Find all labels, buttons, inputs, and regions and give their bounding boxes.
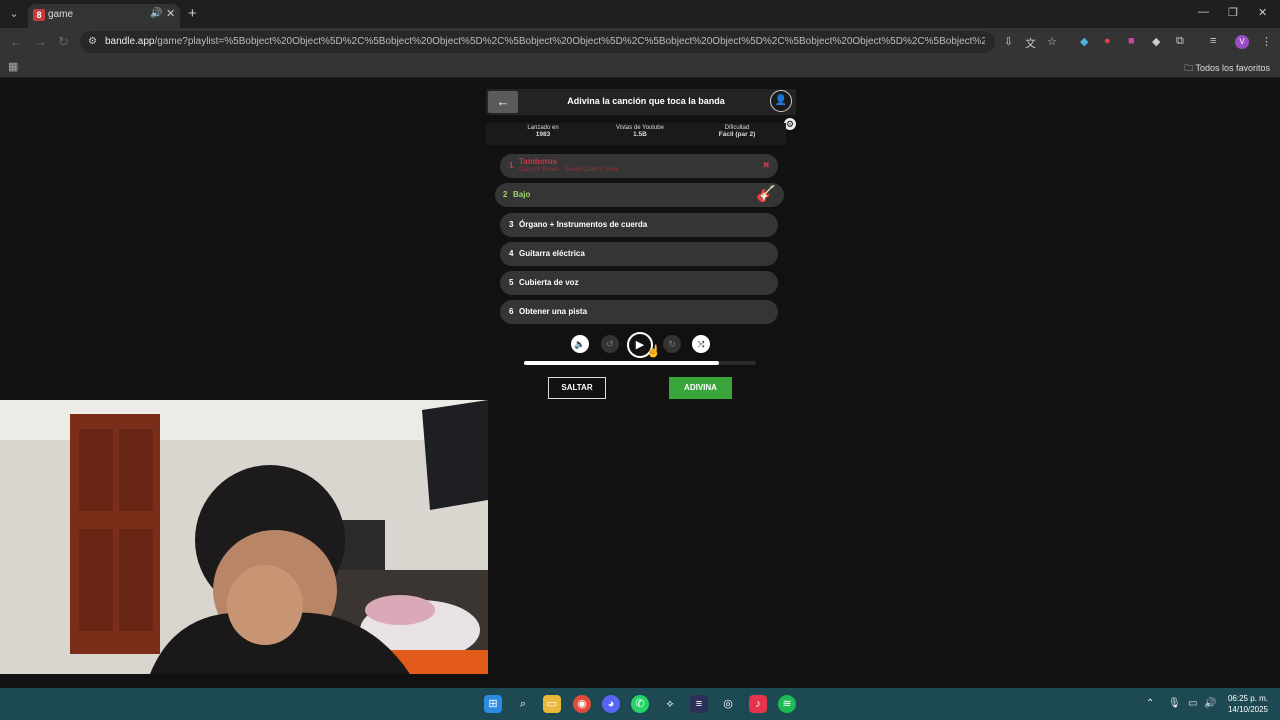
network-icon[interactable]: ▭	[1188, 698, 1197, 709]
extension-icon[interactable]: ●	[1104, 35, 1111, 47]
tray-chevron-icon[interactable]: ⌃	[1146, 698, 1154, 709]
bass-guitar-icon: 🎸	[756, 186, 776, 203]
volume-tray-icon[interactable]: 🔊	[1204, 698, 1216, 709]
apps-grid-icon[interactable]: ▦	[8, 60, 18, 73]
favicon-icon: 8	[33, 9, 45, 21]
bookmark-star-icon[interactable]: ☆	[1047, 35, 1057, 48]
site-info-icon[interactable]: ⚙	[88, 36, 97, 47]
stat-difficulty: Dificultad Fácil (par 2)	[718, 125, 756, 138]
mouse-cursor-icon: ☝	[646, 344, 661, 358]
rewind-icon[interactable]: ↺	[601, 335, 619, 353]
volume-icon[interactable]: 🔈	[571, 335, 589, 353]
address-bar-row: ← → ↻ ⚙ bandle.app/game?playlist=%5Bobje…	[0, 28, 1280, 56]
windows-taskbar: ⊞ ⌕ ▭ ◉ ◕ ✆ ⟡ ≡ ◎ ♪ ≋ ⌃ 🎙 ▭ 🔊 06:25 p. m…	[0, 688, 1280, 720]
stat-views: Vistas de Youtube 1.5B	[616, 125, 664, 138]
webcam-overlay	[0, 400, 488, 674]
tab-title: game	[48, 9, 74, 20]
clue-row-2[interactable]: 2 Bajo 🎸	[495, 183, 784, 207]
minimize-icon[interactable]: —	[1198, 6, 1209, 18]
file-explorer-icon[interactable]: ▭	[543, 695, 561, 713]
wrong-guess-text: Guns N' Roses · Sweet Child O' Mine	[519, 167, 619, 173]
user-icon[interactable]: 👤	[770, 90, 792, 112]
tab-game[interactable]: 8 game 🔊 ✕	[28, 4, 180, 28]
extension-icon[interactable]: ◆	[1152, 35, 1160, 48]
taskbar-clock[interactable]: 06:25 p. m. 14/10/2025	[1222, 693, 1268, 715]
extensions-puzzle-icon[interactable]: ⧉	[1176, 35, 1184, 48]
search-icon[interactable]: ⌕	[514, 695, 532, 713]
app-icon[interactable]: ◎	[719, 695, 737, 713]
reload-icon[interactable]: ↻	[58, 34, 69, 50]
song-stats: Lanzado en 1983 Vistas de Youtube 1.5B Dif…	[486, 123, 786, 145]
clue-row-6[interactable]: 6 Obtener una pista	[500, 300, 778, 324]
windows-start-icon[interactable]: ⊞	[484, 695, 502, 713]
forward-icon[interactable]: ↻	[663, 335, 681, 353]
app-icon[interactable]: ⟡	[661, 695, 679, 713]
audio-progress-fill	[524, 361, 719, 365]
player-controls: 🔈 ↺ ▶ ☝ ↻ ⤨	[486, 332, 796, 358]
extension-icon[interactable]: ■	[1128, 35, 1135, 47]
back-button[interactable]: ←	[488, 91, 518, 113]
guess-button[interactable]: ADIVINA	[669, 377, 732, 399]
skip-button[interactable]: SALTAR	[548, 377, 606, 399]
discord-icon[interactable]: ◕	[602, 695, 620, 713]
game-header: ← Adivina la canción que toca la banda 👤	[486, 89, 796, 115]
game-title: Adivina la canción que toca la banda	[567, 96, 725, 106]
microphone-icon[interactable]: 🎙	[1168, 698, 1181, 709]
install-icon[interactable]: ⇩	[1004, 35, 1013, 48]
all-bookmarks-link[interactable]: 🗀 Todos los favoritos	[1184, 61, 1270, 77]
tiktok-icon[interactable]: ♪	[749, 695, 767, 713]
audio-playing-icon[interactable]: 🔊	[150, 8, 162, 19]
back-icon[interactable]: ←	[10, 34, 23, 49]
chrome-icon[interactable]: ◉	[573, 695, 591, 713]
browser-tab-bar: ⌄ 8 game 🔊 ✕ + — ❐ ✕	[0, 0, 1280, 28]
forward-icon[interactable]: →	[34, 34, 47, 49]
close-tab-icon[interactable]: ✕	[166, 7, 175, 20]
restore-icon[interactable]: ❐	[1228, 6, 1238, 19]
audio-progress-bar[interactable]	[524, 361, 756, 365]
page-viewport: ← Adivina la canción que toca la banda 👤…	[0, 78, 1280, 688]
new-tab-icon[interactable]: +	[188, 5, 197, 22]
whatsapp-icon[interactable]: ✆	[631, 695, 649, 713]
menu-kebab-icon[interactable]: ⋮	[1261, 35, 1272, 48]
webcam-image	[0, 400, 488, 674]
url-field[interactable]: ⚙ bandle.app/game?playlist=%5Bobject%20O…	[80, 31, 995, 53]
clue-row-5: 5 Cubierta de voz	[500, 271, 778, 295]
shuffle-icon[interactable]: ⤨	[692, 335, 710, 353]
extension-icon[interactable]: ◆	[1080, 35, 1088, 48]
close-window-icon[interactable]: ✕	[1258, 6, 1267, 19]
profile-avatar[interactable]: V	[1235, 35, 1249, 49]
spotify-icon[interactable]: ≋	[778, 695, 796, 713]
downloads-icon[interactable]: ≡	[1210, 35, 1216, 47]
clue-row-3: 3 Órgano + Instrumentos de cuerda	[500, 213, 778, 237]
url-text: bandle.app/game?playlist=%5Bobject%20Obj…	[105, 36, 985, 47]
stat-release: Lanzado en 1983	[527, 125, 559, 138]
clue-row-4: 4 Guitarra eléctrica	[500, 242, 778, 266]
app-icon[interactable]: ≡	[690, 695, 708, 713]
clue-row-1: 1 Tamborus Guns N' Roses · Sweet Child O…	[500, 154, 778, 178]
translate-icon[interactable]: 文	[1025, 35, 1036, 51]
wrong-x-icon: ✖	[762, 160, 770, 170]
tab-search-icon[interactable]: ⌄	[6, 6, 22, 22]
bookmarks-bar: ▦ 🗀 Todos los favoritos	[0, 56, 1280, 78]
